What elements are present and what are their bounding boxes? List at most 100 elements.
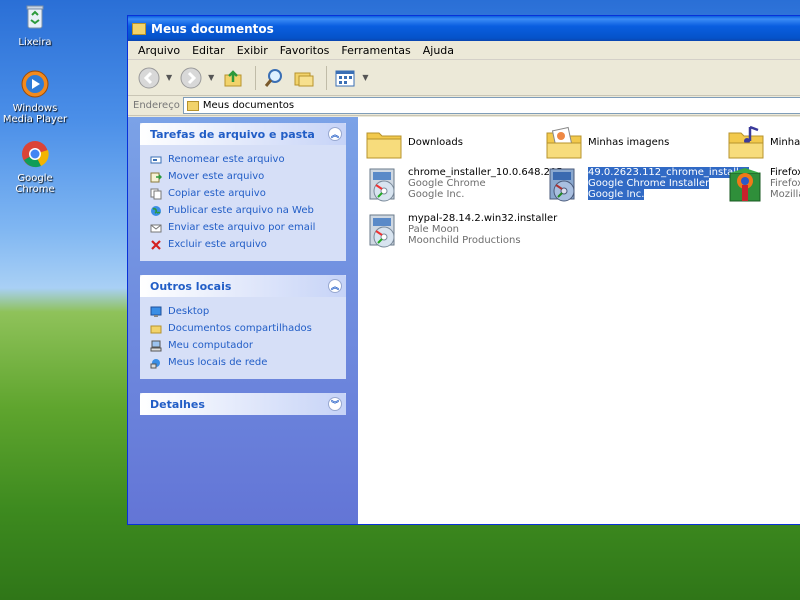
file-name: Downloads — [408, 137, 463, 148]
expand-chevron-icon[interactable]: ︾ — [328, 397, 342, 411]
menu-arquivo[interactable]: Arquivo — [132, 44, 186, 57]
up-folder-button[interactable] — [220, 65, 246, 91]
explorer-window: Meus documentos Arquivo Editar Exibir Fa… — [127, 15, 800, 525]
pictures-folder-icon — [546, 126, 582, 159]
file-description: Google Chrome Installer — [588, 178, 710, 189]
menu-editar[interactable]: Editar — [186, 44, 231, 57]
task-label: Renomear este arquivo — [168, 154, 285, 165]
file-item-chrome-installer-10[interactable]: chrome_installer_10.0.648.205 Google Chr… — [364, 165, 563, 205]
task-copy[interactable]: Copiar este arquivo — [150, 185, 336, 202]
task-label: Publicar este arquivo na Web — [168, 205, 314, 216]
collapse-chevron-icon[interactable]: ︽ — [328, 279, 342, 293]
file-company: Moonchild Productions — [408, 235, 521, 246]
installer-icon — [369, 168, 395, 202]
email-icon — [150, 224, 162, 232]
tasks-panel-body: Renomear este arquivo Mover este arquivo… — [140, 145, 346, 261]
firefox-installer-icon — [729, 168, 761, 202]
menu-favoritos[interactable]: Favoritos — [274, 44, 336, 57]
move-icon — [150, 172, 162, 182]
panel-title: Detalhes — [150, 397, 205, 411]
task-delete[interactable]: Excluir este arquivo — [150, 236, 336, 253]
back-arrow-icon — [138, 67, 160, 88]
desktop-icon-label: Google Chrome — [15, 173, 55, 195]
forward-dropdown-icon[interactable]: ▼ — [208, 73, 214, 82]
place-label: Desktop — [168, 306, 210, 317]
file-name: Firefox — [770, 167, 800, 178]
search-button[interactable] — [261, 65, 287, 91]
task-move[interactable]: Mover este arquivo — [150, 168, 336, 185]
views-button[interactable] — [332, 65, 358, 91]
task-publish-web[interactable]: Publicar este arquivo na Web — [150, 202, 336, 219]
copy-icon — [150, 188, 162, 199]
content-area: Tarefas de arquivo e pasta ︽ Renomear es… — [128, 117, 800, 524]
file-description: Firefox — [770, 178, 800, 189]
file-company: Google Inc. — [408, 189, 465, 200]
places-panel-header[interactable]: Outros locais ︽ — [140, 275, 346, 297]
task-email[interactable]: Enviar este arquivo por email — [150, 219, 336, 236]
file-item-firefox[interactable]: Firefox Firefox Mozilla — [726, 165, 800, 205]
file-name: mypal-28.14.2.win32.installer — [408, 213, 558, 224]
menu-ajuda[interactable]: Ajuda — [417, 44, 460, 57]
delete-icon — [151, 239, 161, 250]
back-dropdown-icon[interactable]: ▼ — [166, 73, 172, 82]
media-player-icon — [19, 68, 51, 100]
file-item-downloads[interactable]: Downloads — [364, 123, 463, 163]
recycle-bin-icon — [19, 2, 51, 34]
places-panel-body: Desktop Documentos compartilhados Meu co… — [140, 297, 346, 379]
window-title: Meus documentos — [151, 21, 274, 36]
place-network[interactable]: Meus locais de rede — [150, 354, 336, 371]
file-item-mypal-installer[interactable]: mypal-28.14.2.win32.installer Pale Moon … — [364, 211, 557, 251]
place-label: Meu computador — [168, 340, 253, 351]
search-icon — [265, 68, 283, 87]
installer-icon — [369, 214, 395, 248]
file-item-chrome-installer-49[interactable]: 49.0.2623.112_chrome_installer Google Ch… — [544, 165, 750, 205]
rename-icon — [150, 156, 162, 163]
tasks-panel: Tarefas de arquivo e pasta ︽ Renomear es… — [140, 123, 346, 261]
desktop-icon-recycle-bin[interactable]: Lixeira — [0, 2, 70, 48]
task-pane: Tarefas de arquivo e pasta ︽ Renomear es… — [128, 117, 358, 524]
task-label: Enviar este arquivo por email — [168, 222, 316, 233]
folders-button[interactable] — [291, 65, 317, 91]
file-item-minhas-musicas[interactable]: Minhas — [726, 123, 800, 163]
desktop-icon-google-chrome[interactable]: Google Chrome — [0, 138, 70, 195]
file-item-minhas-imagens[interactable]: Minhas imagens — [544, 123, 669, 163]
desktop-icon-label: Windows Media Player — [2, 103, 68, 125]
file-name: Minhas — [770, 137, 800, 148]
computer-icon — [150, 340, 162, 351]
folders-icon — [294, 72, 314, 86]
forward-button[interactable] — [178, 65, 204, 91]
places-panel: Outros locais ︽ Desktop Documentos compa… — [140, 275, 346, 379]
up-folder-icon — [224, 69, 242, 86]
menu-exibir[interactable]: Exibir — [231, 44, 274, 57]
globe-icon — [151, 205, 161, 216]
file-view: Downloads Minhas imagens Minhas — [358, 117, 800, 524]
menu-ferramentas[interactable]: Ferramentas — [335, 44, 416, 57]
panel-title: Outros locais — [150, 279, 232, 293]
file-description: Pale Moon — [408, 224, 460, 235]
place-my-computer[interactable]: Meu computador — [150, 337, 336, 354]
details-panel-header[interactable]: Detalhes ︾ — [140, 393, 346, 415]
place-label: Meus locais de rede — [168, 357, 268, 368]
views-icon — [335, 70, 355, 86]
task-label: Mover este arquivo — [168, 171, 265, 182]
menu-bar: Arquivo Editar Exibir Favoritos Ferramen… — [128, 41, 800, 60]
file-description: Google Chrome — [408, 178, 486, 189]
installer-icon — [549, 168, 575, 202]
desktop-icon-windows-media-player[interactable]: Windows Media Player — [0, 68, 70, 125]
title-bar[interactable]: Meus documentos — [128, 16, 800, 41]
address-input[interactable]: Meus documentos — [182, 97, 800, 114]
task-label: Copiar este arquivo — [168, 188, 266, 199]
address-bar: Endereço Meus documentos — [128, 96, 800, 116]
place-shared-documents[interactable]: Documentos compartilhados — [150, 320, 336, 337]
place-label: Documentos compartilhados — [168, 323, 312, 334]
toolbar-separator — [255, 65, 257, 90]
tasks-panel-header[interactable]: Tarefas de arquivo e pasta ︽ — [140, 123, 346, 145]
task-rename[interactable]: Renomear este arquivo — [150, 151, 336, 168]
views-dropdown-icon[interactable]: ▼ — [362, 73, 368, 82]
address-label: Endereço — [133, 100, 180, 111]
folder-icon — [150, 325, 162, 333]
back-button[interactable] — [136, 65, 162, 91]
collapse-chevron-icon[interactable]: ︽ — [328, 127, 342, 141]
details-panel: Detalhes ︾ — [140, 393, 346, 415]
place-desktop[interactable]: Desktop — [150, 303, 336, 320]
